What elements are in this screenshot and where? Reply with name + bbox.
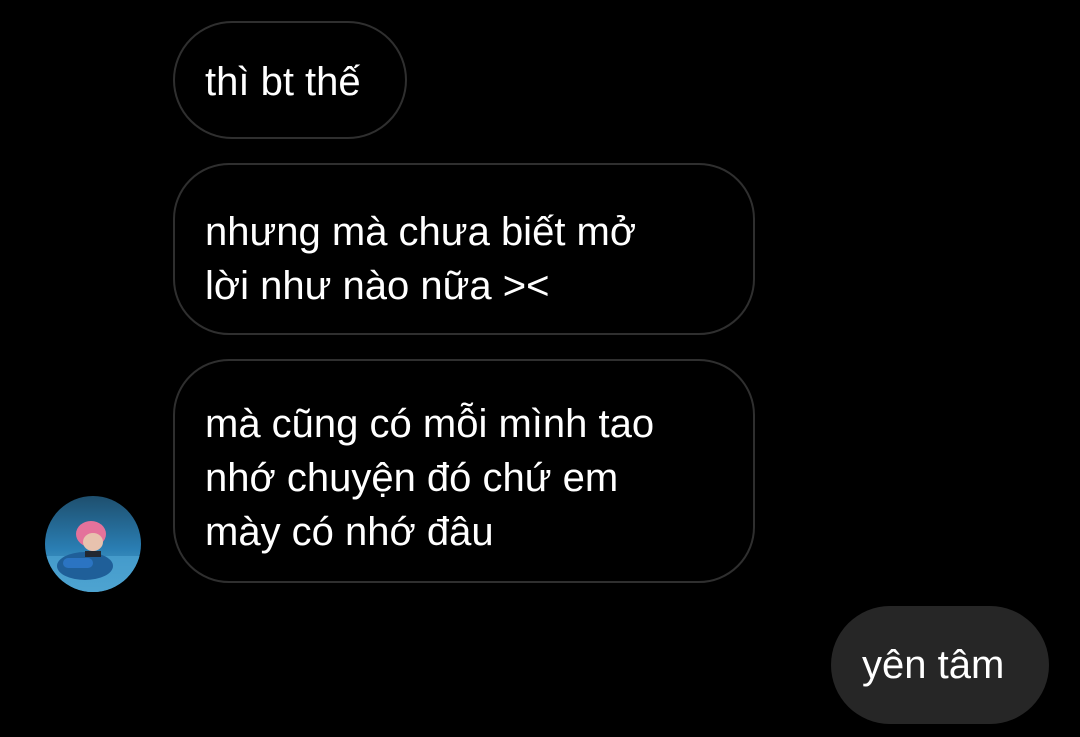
message-bubble-received[interactable]: mà cũng có mỗi mình tao nhớ chuyện đó ch… xyxy=(173,359,755,583)
contact-avatar[interactable] xyxy=(45,496,141,592)
profile-photo-avatar-icon xyxy=(45,496,141,592)
message-bubble-sent[interactable]: yên tâm xyxy=(831,606,1049,724)
message-bubble-received[interactable]: thì bt thế xyxy=(173,21,407,139)
message-bubble-received[interactable]: nhưng mà chưa biết mở lời như nào nữa >< xyxy=(173,163,755,335)
